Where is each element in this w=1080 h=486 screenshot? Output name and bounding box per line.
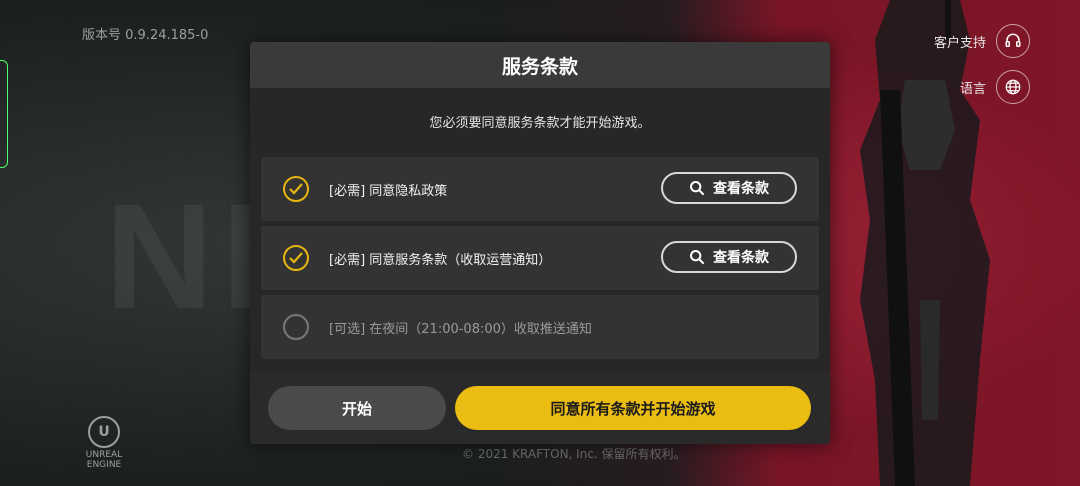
dialog-header: 服务条款 xyxy=(250,42,830,88)
copyright-text: © 2021 KRAFTON, Inc. 保留所有权利。 xyxy=(462,447,686,461)
checkmark-icon xyxy=(289,183,303,195)
view-terms-button[interactable]: 查看条款 xyxy=(661,241,797,273)
version-label: 版本号 0.9.24.185-0 xyxy=(82,28,209,43)
terms-item-label: [必需] 同意隐私政策 xyxy=(329,183,448,199)
language-button[interactable]: 语言 xyxy=(960,70,1030,104)
terms-item-privacy[interactable]: [必需] 同意隐私政策 查看条款 xyxy=(261,157,819,221)
agree-all-and-start-button[interactable]: 同意所有条款并开始游戏 xyxy=(455,386,811,430)
unreal-engine-logo: U UNREAL ENGINE xyxy=(82,416,126,470)
terms-dialog: 服务条款 您必须要同意服务条款才能开始游戏。 [必需] 同意隐私政策 查看条款 … xyxy=(250,42,830,444)
search-icon xyxy=(690,250,705,265)
terms-item-label: [必需] 同意服务条款（收取运营通知） xyxy=(329,252,552,268)
left-side-tab[interactable] xyxy=(0,60,8,168)
terms-item-label: [可选] 在夜间（21:00-08:00）收取推送通知 xyxy=(329,321,592,337)
terms-item-service[interactable]: [必需] 同意服务条款（收取运营通知） 查看条款 xyxy=(261,226,819,290)
view-terms-label: 查看条款 xyxy=(713,181,769,197)
start-button[interactable]: 开始 xyxy=(268,386,446,430)
checkbox-privacy[interactable] xyxy=(283,176,309,202)
search-icon xyxy=(690,181,705,196)
customer-support-button[interactable]: 客户支持 xyxy=(934,24,1030,58)
dialog-subtitle: 您必须要同意服务条款才能开始游戏。 xyxy=(429,116,651,131)
checkbox-service[interactable] xyxy=(283,245,309,271)
language-label: 语言 xyxy=(959,81,986,97)
dialog-footer: 开始 同意所有条款并开始游戏 xyxy=(250,372,830,444)
headset-icon xyxy=(996,24,1030,58)
globe-icon xyxy=(996,70,1030,104)
view-terms-button[interactable]: 查看条款 xyxy=(661,172,797,204)
checkbox-push-notification[interactable] xyxy=(283,314,309,340)
checkmark-icon xyxy=(289,252,303,264)
unreal-engine-icon: U xyxy=(88,416,120,448)
unreal-engine-label: UNREAL ENGINE xyxy=(85,450,123,470)
terms-item-push-notification[interactable]: [可选] 在夜间（21:00-08:00）收取推送通知 xyxy=(261,295,819,359)
view-terms-label: 查看条款 xyxy=(713,250,769,266)
customer-support-label: 客户支持 xyxy=(933,35,986,51)
dialog-title: 服务条款 xyxy=(501,55,578,78)
